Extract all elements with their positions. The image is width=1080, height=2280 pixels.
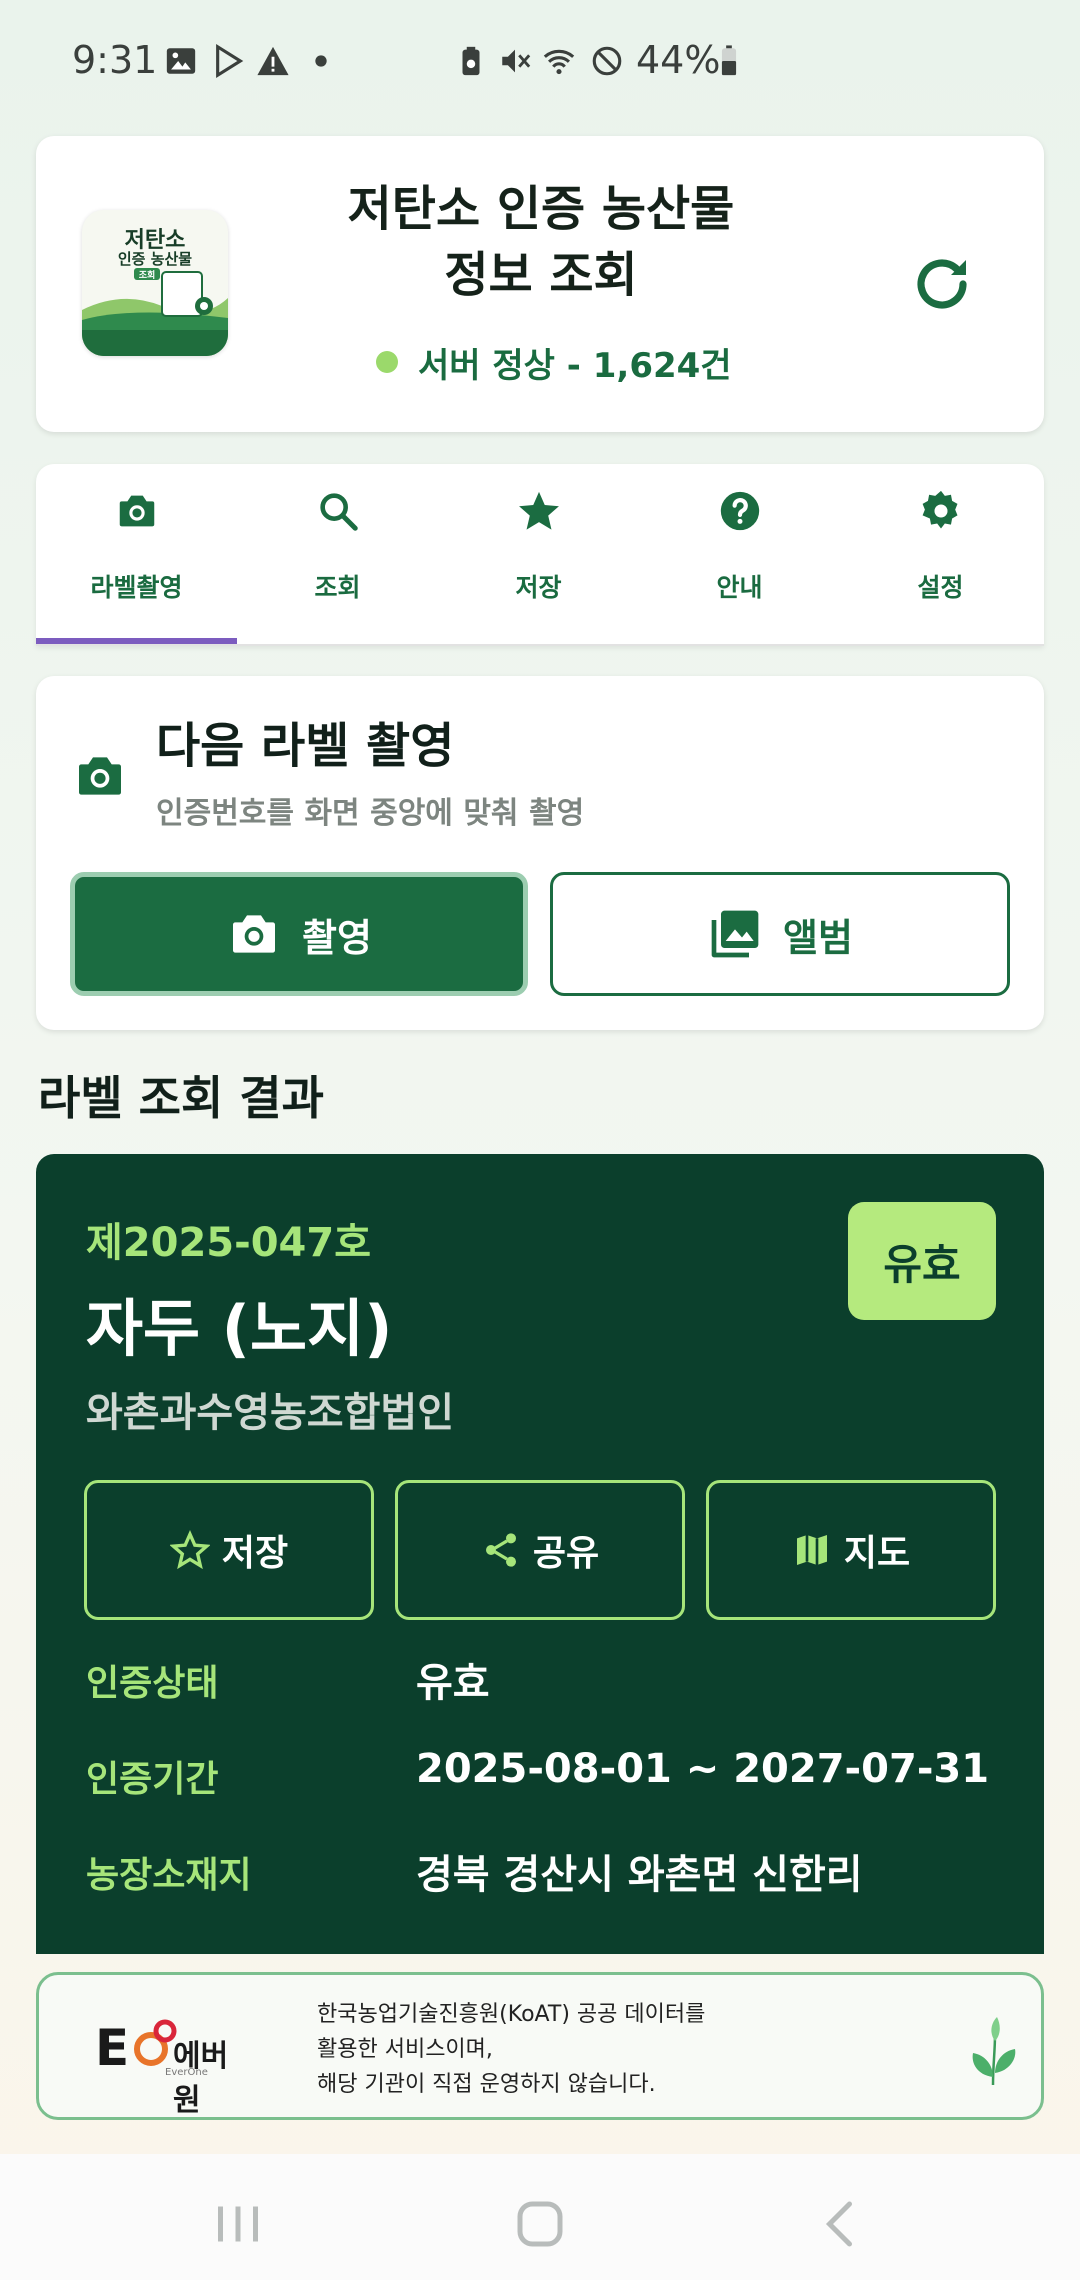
tab-bar: 라벨촬영 조회 저장 안내 설정 [36,464,1044,646]
status-time: 9:31 [72,38,158,82]
info-value-status: 유효 [416,1660,490,1706]
map-button-label: 지도 [843,1533,911,1574]
system-navigation-bar [0,2154,1080,2280]
footer-line: 한국농업기술진흥원(KoAT) 공공 데이터를 [317,2002,706,2027]
album-button[interactable]: 앨범 [550,872,1010,996]
camera-icon [233,915,276,953]
gear-icon [922,490,958,529]
result-card: 제2025-047호 자두 (노지) 와촌과수영농조합법인 유효 저장 공유 지… [36,1154,1044,1954]
footer-line: 활용한 서비스이며, [317,2037,493,2062]
battery-saver-icon [462,46,480,76]
share-icon [485,1533,516,1567]
tab-settings[interactable]: 설정 [840,464,1041,646]
save-button[interactable]: 저장 [84,1480,374,1620]
camera-icon [79,757,121,795]
tab-help[interactable]: 안내 [639,464,840,646]
image-icon [166,48,196,74]
wifi-icon [543,49,575,75]
section-title: 라벨 조회 결과 [38,1071,324,1125]
leaf-icon [972,2017,1016,2086]
home-icon[interactable] [510,2194,570,2254]
info-label-period: 인증기간 [86,1759,219,1800]
map-button[interactable]: 지도 [706,1480,996,1620]
header-card: 저탄소 인증 농산물 조회 저탄소 인증 농산물 정보 조회 서버 정상 - 1… [36,136,1044,432]
everone-logo: E 에버원 EverOne [95,2009,255,2118]
tab-search[interactable]: 조회 [237,464,438,646]
app-logo: 저탄소 인증 농산물 조회 [82,210,228,356]
logo-brand-sub: EverOne [165,2067,208,2078]
map-icon [796,1535,827,1565]
play-store-icon [216,44,244,78]
footer-line: 해당 기관이 직접 운영하지 않습니다. [317,2072,656,2097]
organization-name: 와촌과수영농조합법인 [86,1390,454,1436]
server-status: 서버 정상 - 1,624건 [376,332,732,392]
logo-subtitle: 인증 농산물 [117,250,193,268]
back-icon[interactable] [812,2194,872,2254]
tab-label: 저장 [515,573,562,602]
tab-label: 안내 [716,573,763,602]
share-button-label: 공유 [532,1533,600,1574]
footer-banner: E 에버원 EverOne 한국농업기술진흥원(KoAT) 공공 데이터를 활용… [36,1972,1044,2120]
shoot-button[interactable]: 촬영 [70,872,528,996]
share-button[interactable]: 공유 [395,1480,685,1620]
status-bar: 9:31 44% [0,0,1080,126]
page-title: 저탄소 인증 농산물 정보 조회 [316,176,766,308]
page-title-line1: 저탄소 인증 농산물 [347,181,735,237]
tab-label: 라벨촬영 [90,573,183,602]
mute-icon [502,49,531,73]
tab-saved[interactable]: 저장 [438,464,639,646]
do-not-disturb-icon [592,46,622,76]
battery-icon [721,45,737,76]
footer-notice: 한국농업기술진흥원(KoAT) 공공 데이터를 활용한 서비스이며, 해당 기관… [317,1997,705,2102]
camera-icon [119,495,155,527]
refresh-icon[interactable] [906,248,978,320]
capture-card: 다음 라벨 촬영 인증번호를 화면 중앙에 맞춰 촬영 촬영 앨범 [36,676,1044,1030]
help-icon [720,491,760,531]
star-icon [519,491,559,530]
server-status-text: 서버 정상 - 1,624건 [418,345,732,386]
dot-icon [315,55,327,67]
svg-text:E: E [95,2019,129,2077]
info-label-status: 인증상태 [86,1663,219,1704]
page-title-line2: 정보 조회 [444,247,638,303]
logo-badge: 조회 [138,271,156,281]
certificate-number: 제2025-047호 [86,1220,372,1266]
recent-apps-icon[interactable] [208,2194,268,2254]
tab-label-capture[interactable]: 라벨촬영 [36,464,237,646]
product-name: 자두 (노지) [86,1292,393,1365]
album-button-label: 앨범 [783,915,853,960]
tab-label: 조회 [314,573,361,602]
search-icon [320,493,358,531]
status-badge: 유효 [848,1202,996,1320]
status-dot-icon [376,351,398,373]
info-value-location: 경북 경산시 와촌면 신한리 [416,1852,863,1898]
save-button-label: 저장 [221,1533,289,1574]
info-label-location: 농장소재지 [86,1855,252,1896]
star-outline-icon [169,1530,210,1570]
info-value-period: 2025-08-01 ~ 2027-07-31 [416,1746,990,1792]
capture-title: 다음 라벨 촬영 [156,718,455,774]
battery-level: 44% [636,38,721,82]
warning-icon [257,46,289,76]
photo-library-icon [711,910,759,958]
capture-subtitle: 인증번호를 화면 중앙에 맞춰 촬영 [156,796,585,831]
tab-divider [36,644,1044,646]
shoot-button-label: 촬영 [302,915,372,960]
tab-label: 설정 [917,573,964,602]
